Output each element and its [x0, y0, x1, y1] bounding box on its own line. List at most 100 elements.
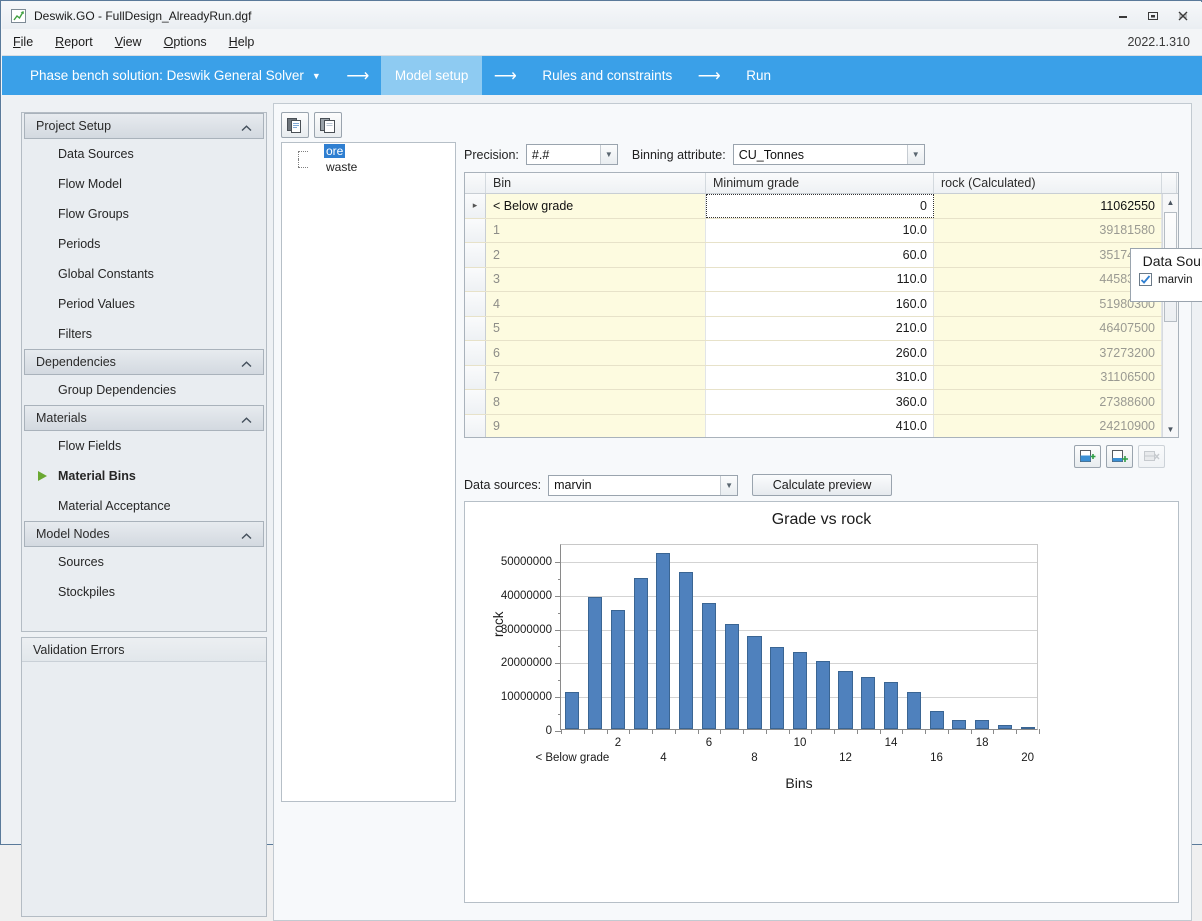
bins-grid[interactable]: Bin Minimum grade rock (Calculated) ▸< B… — [464, 172, 1179, 438]
close-button[interactable] — [1168, 5, 1198, 26]
cell-bin[interactable]: 1 — [486, 219, 706, 243]
sidebar-item-period-values[interactable]: Period Values — [22, 289, 266, 319]
row-marker-cell[interactable] — [465, 292, 486, 316]
tree-item-waste[interactable]: waste — [282, 159, 455, 175]
nav-step-rules-and-constraints[interactable]: Rules and constraints — [528, 56, 686, 95]
sidebar-item-sources[interactable]: Sources — [22, 547, 266, 577]
menu-help[interactable]: Help — [218, 31, 266, 53]
chart-bar[interactable] — [656, 553, 670, 729]
scroll-down-icon[interactable]: ▼ — [1163, 421, 1178, 437]
cell-minimum-grade[interactable]: 310.0 — [706, 366, 934, 390]
nav-step-model-setup[interactable]: Model setup — [381, 56, 483, 95]
chart-bar[interactable] — [702, 603, 716, 729]
cell-minimum-grade[interactable]: 60.0 — [706, 243, 934, 267]
sidebar-item-flow-groups[interactable]: Flow Groups — [22, 199, 266, 229]
sidebar-group-project-setup[interactable]: Project Setup — [24, 113, 264, 139]
cell-minimum-grade[interactable]: 260.0 — [706, 341, 934, 365]
sidebar-group-materials[interactable]: Materials — [24, 405, 264, 431]
insert-row-above-icon[interactable] — [1074, 445, 1101, 468]
chart-bar[interactable] — [998, 725, 1012, 729]
sidebar-item-group-dependencies[interactable]: Group Dependencies — [22, 375, 266, 405]
row-marker-icon[interactable]: ▸ — [465, 194, 486, 218]
minimize-button[interactable] — [1108, 5, 1138, 26]
material-tree[interactable]: ore waste — [281, 142, 456, 802]
tree-item-ore[interactable]: ore — [282, 143, 455, 159]
table-row[interactable]: 8360.027388600 — [465, 390, 1178, 415]
cell-bin[interactable]: 3 — [486, 268, 706, 292]
chart-bar[interactable] — [611, 610, 625, 729]
menu-options[interactable]: Options — [153, 31, 218, 53]
cell-bin[interactable]: 6 — [486, 341, 706, 365]
chart-bar[interactable] — [816, 661, 830, 729]
chart-bar[interactable] — [565, 692, 579, 729]
chart-bar[interactable] — [747, 636, 761, 729]
cell-bin[interactable]: 4 — [486, 292, 706, 316]
chart-bar[interactable] — [725, 624, 739, 729]
chart-bar[interactable] — [884, 682, 898, 729]
row-marker-cell[interactable] — [465, 415, 486, 439]
calculate-preview-button[interactable]: Calculate preview — [752, 474, 892, 496]
cell-minimum-grade[interactable]: 360.0 — [706, 390, 934, 414]
sidebar-item-material-bins[interactable]: Material Bins — [22, 461, 266, 491]
row-marker-cell[interactable] — [465, 317, 486, 341]
cell-bin[interactable]: 5 — [486, 317, 706, 341]
sidebar-item-material-acceptance[interactable]: Material Acceptance — [22, 491, 266, 521]
row-marker-cell[interactable] — [465, 243, 486, 267]
cell-minimum-grade[interactable]: 160.0 — [706, 292, 934, 316]
table-row[interactable]: 4160.051980300 — [465, 292, 1178, 317]
nav-step-run[interactable]: Run — [732, 56, 785, 95]
scroll-up-icon[interactable]: ▲ — [1163, 194, 1178, 210]
sidebar-item-flow-fields[interactable]: Flow Fields — [22, 431, 266, 461]
cell-minimum-grade[interactable]: 110.0 — [706, 268, 934, 292]
chart-bar[interactable] — [930, 711, 944, 729]
chevron-down-icon[interactable]: ▼ — [600, 145, 617, 164]
sidebar-item-data-sources[interactable]: Data Sources — [22, 139, 266, 169]
chart-bar[interactable] — [975, 720, 989, 729]
table-row[interactable]: 9410.024210900 — [465, 415, 1178, 439]
cell-minimum-grade[interactable]: 410.0 — [706, 415, 934, 439]
binning-attribute-combo[interactable]: CU_Tonnes ▼ — [733, 144, 925, 165]
copy-icon[interactable] — [281, 112, 309, 138]
chart-bar[interactable] — [907, 692, 921, 729]
precision-combo[interactable]: #.# ▼ — [526, 144, 618, 165]
sidebar-item-stockpiles[interactable]: Stockpiles — [22, 577, 266, 607]
table-row[interactable]: ▸< Below grade011062550 — [465, 194, 1178, 219]
chart-bar[interactable] — [838, 671, 852, 729]
grid-header-rock-calculated[interactable]: rock (Calculated) — [934, 173, 1162, 193]
cell-minimum-grade[interactable]: 0 — [706, 194, 934, 218]
paste-icon[interactable] — [314, 112, 342, 138]
chevron-down-icon[interactable]: ▼ — [720, 476, 737, 495]
cell-bin[interactable]: 9 — [486, 415, 706, 439]
chart-bar[interactable] — [634, 578, 648, 729]
row-marker-cell[interactable] — [465, 219, 486, 243]
chart-bar[interactable] — [861, 677, 875, 729]
table-row[interactable]: 110.039181580 — [465, 219, 1178, 244]
row-marker-cell[interactable] — [465, 268, 486, 292]
row-marker-cell[interactable] — [465, 390, 486, 414]
menu-file[interactable]: File — [2, 31, 44, 53]
chart-bar[interactable] — [679, 572, 693, 729]
chart-bar[interactable] — [770, 647, 784, 729]
chart-bar[interactable] — [588, 597, 602, 730]
table-row[interactable]: 3110.044583600 — [465, 268, 1178, 293]
sidebar-group-dependencies[interactable]: Dependencies — [24, 349, 264, 375]
table-row[interactable]: 5210.046407500 — [465, 317, 1178, 342]
sidebar-item-filters[interactable]: Filters — [22, 319, 266, 349]
insert-row-below-icon[interactable] — [1106, 445, 1133, 468]
row-marker-cell[interactable] — [465, 341, 486, 365]
cell-bin[interactable]: < Below grade — [486, 194, 706, 218]
checkbox-checked-icon[interactable] — [1139, 273, 1152, 286]
chart-legend-item[interactable]: marvin — [1131, 273, 1202, 286]
sidebar-item-periods[interactable]: Periods — [22, 229, 266, 259]
sidebar-group-model-nodes[interactable]: Model Nodes — [24, 521, 264, 547]
table-row[interactable]: 6260.037273200 — [465, 341, 1178, 366]
grid-header-minimum-grade[interactable]: Minimum grade — [706, 173, 934, 193]
nav-solution-selector[interactable]: Phase bench solution: Deswik General Sol… — [16, 56, 335, 95]
chevron-down-icon[interactable]: ▼ — [907, 145, 924, 164]
table-row[interactable]: 260.035174200 — [465, 243, 1178, 268]
table-row[interactable]: 7310.031106500 — [465, 366, 1178, 391]
row-marker-cell[interactable] — [465, 366, 486, 390]
sidebar-item-global-constants[interactable]: Global Constants — [22, 259, 266, 289]
data-sources-combo[interactable]: marvin ▼ — [548, 475, 738, 496]
grid-header-bin[interactable]: Bin — [486, 173, 706, 193]
